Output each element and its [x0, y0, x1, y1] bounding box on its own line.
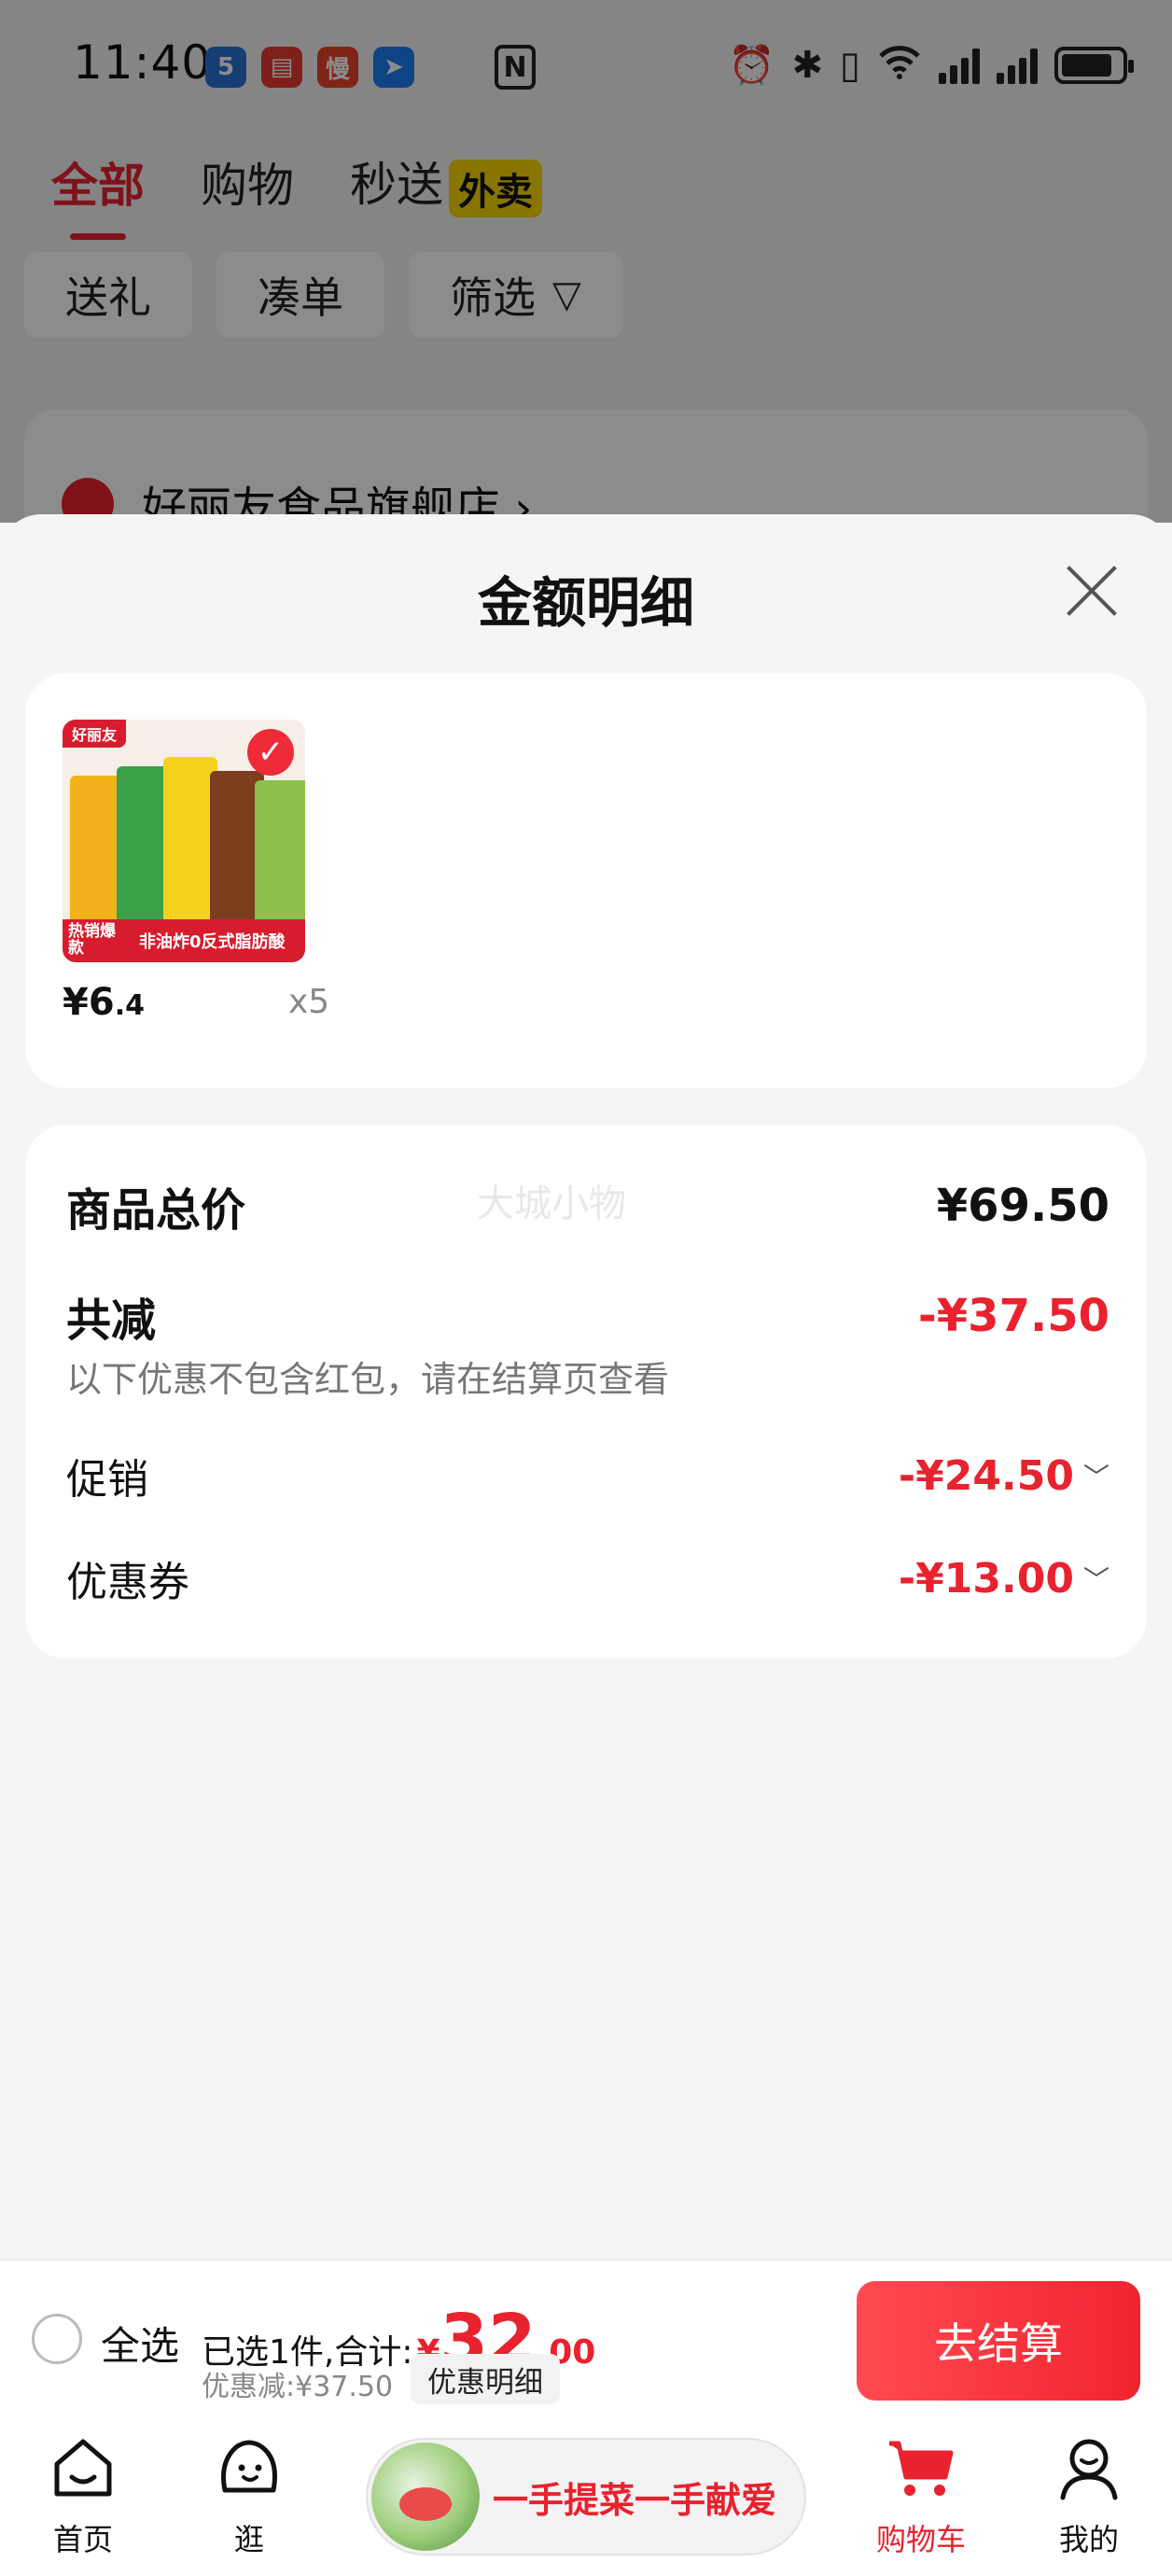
checkmark-icon: ✓: [247, 729, 294, 776]
price-symbol: ¥: [63, 981, 89, 1024]
close-icon[interactable]: [1064, 563, 1120, 619]
promotion-row[interactable]: 促销 -¥24.50 ﹀: [66, 1446, 1109, 1505]
tab-browse[interactable]: 逛: [179, 2430, 319, 2559]
coupon-label: 优惠券: [66, 1559, 189, 1606]
product-image[interactable]: 好丽友 热销爆款 非油炸0反式脂肪酸 ✓: [63, 720, 305, 962]
profile-icon: [1060, 2439, 1118, 2500]
promo-banner[interactable]: 一手提菜一手献爱: [366, 2438, 806, 2555]
chevron-down-icon: ﹀: [1082, 1564, 1109, 1595]
price-integer: 6: [88, 981, 115, 1024]
background-page: 11:40 5 ▤ 慢 ➤ N ⏰ ✱ ▯ 全部 购物 秒送 外卖 送礼 凑单 筛…: [0, 0, 1172, 558]
tab-profile-label: 我的: [1058, 2522, 1119, 2557]
tab-profile[interactable]: 我的: [1019, 2430, 1159, 2559]
product-tagline: 非油炸0反式脂肪酸: [139, 932, 286, 952]
coupon-amount: -¥13.00: [898, 1554, 1074, 1603]
browse-icon: [221, 2440, 277, 2493]
total-label: 商品总价: [66, 1184, 246, 1237]
home-icon: [54, 2439, 112, 2497]
select-all-radio[interactable]: [32, 2314, 82, 2364]
tab-cart[interactable]: 购物车: [851, 2430, 991, 2559]
tab-browse-label: 逛: [233, 2522, 264, 2557]
tab-home-label: 首页: [52, 2522, 113, 2557]
checkout-button[interactable]: 去结算: [857, 2281, 1140, 2401]
brand-tag: 好丽友: [63, 720, 127, 748]
chevron-down-icon: ﹀: [1082, 1462, 1109, 1492]
promo-image: [371, 2443, 480, 2551]
checkout-bar: 全选 已选1件,合计: ¥ 32 .00 优惠减:¥37.50 优惠明细 去结算: [0, 2259, 1172, 2417]
product-price: ¥6.4: [63, 981, 145, 1024]
promotion-value: -¥24.50 ﹀: [899, 1452, 1109, 1500]
coupon-row[interactable]: 优惠券 -¥13.00 ﹀: [66, 1548, 1109, 1608]
reduce-value: -¥37.50: [917, 1290, 1109, 1342]
cart-icon: [889, 2441, 954, 2496]
reduce-row: 共减 -¥37.50: [66, 1283, 1109, 1349]
discount-note: 以下优惠不包含红包，请在结算页查看: [66, 1359, 670, 1400]
bottom-tab-bar: 首页 逛 一手提菜一手献爱 购物车 我的: [0, 2417, 1172, 2576]
total-value: ¥69.50: [936, 1180, 1109, 1232]
discount-amount: 优惠减:¥37.50: [202, 2371, 394, 2403]
tab-home[interactable]: 首页: [13, 2430, 153, 2559]
select-all-label[interactable]: 全选: [101, 2315, 179, 2372]
tab-cart-label: 购物车: [875, 2522, 966, 2557]
price-summary-card: 大城小物 商品总价 ¥69.50 共减 -¥37.50 以下优惠不包含红包，请在…: [25, 1125, 1147, 1659]
amount-detail-sheet: 金额明细 好丽友 热销爆款 非油炸0反式脂肪酸 ✓ ¥6.4 x5 大城小物 商…: [0, 514, 1172, 2260]
product-quantity: x5: [288, 983, 330, 1021]
promotion-amount: -¥24.50: [898, 1451, 1074, 1500]
coupon-value: -¥13.00 ﹀: [899, 1555, 1109, 1603]
price-decimal: .4: [114, 989, 145, 1022]
discount-detail-button[interactable]: 优惠明细: [411, 2354, 560, 2404]
sheet-title: 金额明细: [477, 571, 694, 635]
product-card: 好丽友 热销爆款 非油炸0反式脂肪酸 ✓ ¥6.4 x5: [25, 673, 1147, 1088]
promotion-label: 促销: [66, 1456, 148, 1504]
promo-text: 一手提菜一手献爱: [493, 2479, 777, 2521]
reduce-label: 共减: [66, 1295, 157, 1347]
total-row: 商品总价 ¥69.50: [66, 1173, 1109, 1239]
hot-tag: 热销爆款: [68, 922, 116, 958]
modal-overlay[interactable]: [0, 0, 1172, 523]
